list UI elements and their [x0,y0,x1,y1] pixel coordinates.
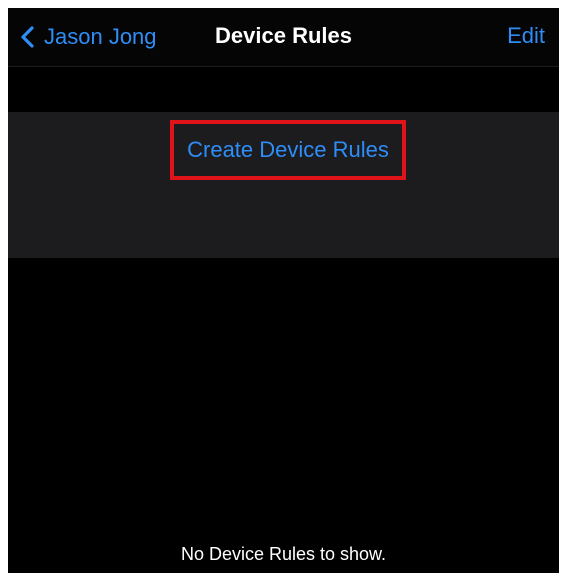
create-device-rules-label: Create Device Rules [187,137,389,162]
device-rules-screen: Jason Jong Device Rules Edit Create Devi… [8,8,559,573]
empty-state-message: No Device Rules to show. [180,544,387,564]
chevron-left-icon [20,26,34,48]
back-button-label: Jason Jong [44,24,157,49]
create-rules-section: Create Device Rules [8,112,559,258]
edit-button[interactable]: Edit [507,23,545,49]
navigation-bar: Jason Jong Device Rules Edit [8,8,559,67]
create-device-rules-button[interactable]: Create Device Rules [170,120,406,180]
back-button[interactable]: Jason Jong [20,20,157,54]
